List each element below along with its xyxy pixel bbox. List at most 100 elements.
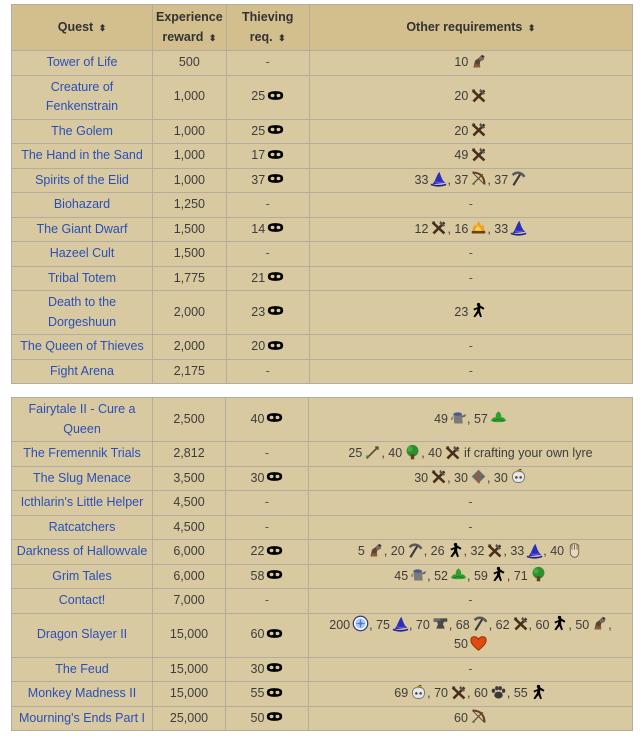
quest-link[interactable]: The Golem	[51, 124, 113, 138]
thieving-icon[interactable]	[266, 684, 283, 701]
quest-link[interactable]: Creature of Fenkenstrain	[46, 80, 118, 114]
herblore-icon[interactable]	[490, 409, 507, 426]
quest-cell: Mourning's Ends Part I	[11, 705, 153, 731]
thieving-icon[interactable]	[266, 625, 283, 642]
agility-icon[interactable]	[530, 684, 547, 701]
thieving-icon[interactable]	[266, 409, 283, 426]
header-thieving-req[interactable]: Thieving req. ⬍	[225, 4, 310, 51]
requirement-agility: 59	[474, 566, 507, 583]
magic-icon[interactable]	[430, 170, 447, 187]
thieving-icon[interactable]	[267, 337, 284, 354]
slayer-icon[interactable]	[410, 684, 427, 701]
sort-icon[interactable]: ⬍	[528, 23, 536, 33]
requirement-level: 71	[513, 568, 528, 583]
thieving-icon[interactable]	[267, 121, 284, 138]
fletching-icon[interactable]	[364, 444, 381, 461]
thieving-icon[interactable]	[266, 566, 283, 583]
agility-icon[interactable]	[490, 566, 507, 583]
ranged-icon[interactable]	[470, 170, 487, 187]
smithing-icon[interactable]	[432, 615, 449, 632]
sort-icon[interactable]: ⬍	[209, 33, 217, 43]
thieving-icon[interactable]	[267, 268, 284, 285]
ranged-icon[interactable]	[470, 708, 487, 725]
quest-link[interactable]: The Feud	[55, 662, 109, 676]
requirement-woodcutting: 71	[513, 566, 547, 583]
header-experience-reward[interactable]: Experience reward ⬍	[152, 4, 227, 51]
quest-link[interactable]: The Hand in the Sand	[21, 148, 143, 162]
crafting-icon[interactable]	[450, 684, 467, 701]
quest-link[interactable]: Contact!	[59, 593, 106, 607]
quest-link[interactable]: Tribal Totem	[48, 271, 116, 285]
mining-icon[interactable]	[510, 170, 527, 187]
thieving-icon[interactable]	[267, 146, 284, 163]
crafting-icon[interactable]	[470, 146, 487, 163]
agility-icon[interactable]	[551, 615, 568, 632]
header-other-requirements[interactable]: Other requirements ⬍	[308, 4, 634, 51]
woodcutting-icon[interactable]	[404, 444, 421, 461]
magic-icon[interactable]	[510, 219, 527, 236]
woodcutting-icon[interactable]	[530, 566, 547, 583]
magic-icon[interactable]	[392, 615, 409, 632]
thieving-icon[interactable]	[267, 219, 284, 236]
strength-icon[interactable]	[566, 542, 583, 559]
thieving-level: 58	[250, 568, 265, 583]
construction-icon[interactable]	[470, 53, 487, 70]
empty-dash: -	[468, 661, 473, 676]
quest-link[interactable]: Tower of Life	[47, 55, 118, 69]
quest-link[interactable]: The Slug Menace	[33, 471, 131, 485]
thieving-icon[interactable]	[267, 87, 284, 104]
requirement-level: 20	[454, 123, 469, 138]
quest-link[interactable]: Hazeel Cult	[50, 246, 115, 260]
quest-link[interactable]: Death to the Dorgeshuun	[48, 295, 116, 329]
quest-link[interactable]: The Giant Dwarf	[36, 222, 127, 236]
requirement-crafting: 30	[414, 468, 447, 485]
quest-points-icon[interactable]	[352, 615, 369, 632]
header-quest[interactable]: Quest ⬍	[11, 4, 153, 51]
quest-link[interactable]: Biohazard	[54, 197, 110, 211]
quest-link[interactable]: Fight Arena	[50, 364, 114, 378]
quest-link[interactable]: Darkness of Hallowvale	[17, 544, 148, 558]
crafting-icon[interactable]	[444, 444, 461, 461]
crafting-icon[interactable]	[430, 468, 447, 485]
sort-icon[interactable]: ⬍	[278, 33, 286, 43]
hunter-icon[interactable]	[490, 684, 507, 701]
quest-link[interactable]: Fairytale II - Cure a Queen	[29, 402, 136, 436]
hitpoints-icon[interactable]	[470, 635, 487, 652]
crafting-icon[interactable]	[470, 87, 487, 104]
quest-link[interactable]: The Queen of Thieves	[20, 339, 143, 353]
quest-link[interactable]: Icthlarin's Little Helper	[21, 495, 144, 509]
crafting-icon[interactable]	[512, 615, 529, 632]
mining-icon[interactable]	[472, 615, 489, 632]
crafting-icon[interactable]	[470, 121, 487, 138]
agility-icon[interactable]	[447, 542, 464, 559]
firemaking-icon[interactable]	[470, 219, 487, 236]
crafting-icon[interactable]	[486, 542, 503, 559]
thieving-icon[interactable]	[267, 170, 284, 187]
construction-icon[interactable]	[367, 542, 384, 559]
thieving-icon[interactable]	[267, 302, 284, 319]
magic-icon[interactable]	[526, 542, 543, 559]
thieving-icon[interactable]	[266, 659, 283, 676]
construction-icon[interactable]	[591, 615, 608, 632]
quest-link[interactable]: Mourning's Ends Part I	[19, 711, 145, 725]
thieving-icon[interactable]	[266, 542, 283, 559]
other-requirements-cell: 12, 16, 33	[308, 216, 634, 242]
quest-link[interactable]: Dragon Slayer II	[37, 627, 127, 641]
herblore-icon[interactable]	[450, 566, 467, 583]
quest-link[interactable]: Ratcatchers	[49, 520, 116, 534]
agility-icon[interactable]	[470, 302, 487, 319]
farming-icon[interactable]	[450, 409, 467, 426]
quest-link[interactable]: Monkey Madness II	[28, 686, 136, 700]
quest-link[interactable]: The Fremennik Trials	[23, 446, 140, 460]
mining-icon[interactable]	[407, 542, 424, 559]
table-row: The Queen of Thieves 2,000 20 -	[11, 334, 634, 360]
farming-icon[interactable]	[410, 566, 427, 583]
crafting-icon[interactable]	[430, 219, 447, 236]
thieving-icon[interactable]	[266, 708, 283, 725]
sort-icon[interactable]: ⬍	[99, 23, 107, 33]
thieving-icon[interactable]	[266, 468, 283, 485]
slayer-icon[interactable]	[510, 468, 527, 485]
runecraft-icon[interactable]	[470, 468, 487, 485]
quest-link[interactable]: Spirits of the Elid	[35, 173, 129, 187]
quest-link[interactable]: Grim Tales	[52, 569, 112, 583]
